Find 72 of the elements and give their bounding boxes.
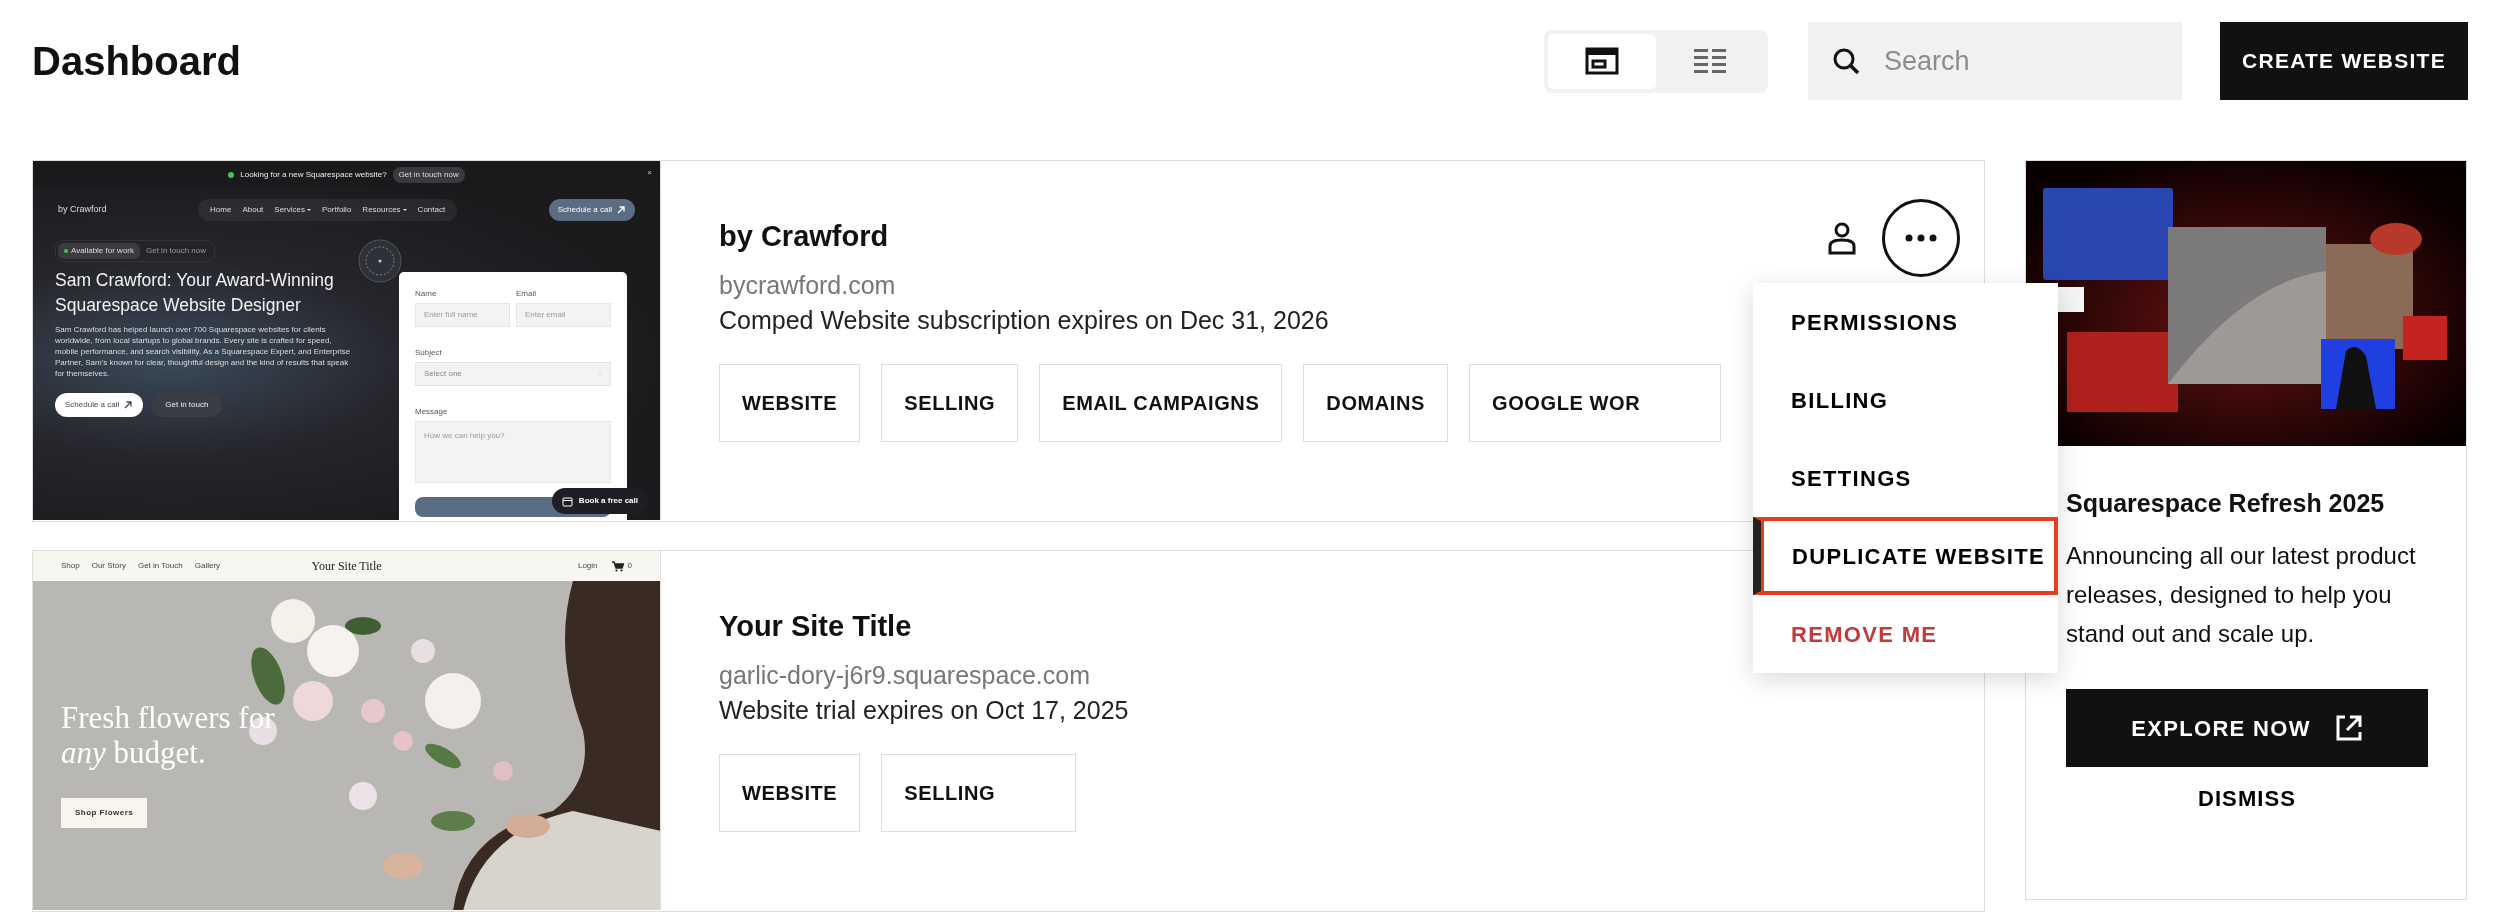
site-url[interactable]: garlic-dory-j6r9.squarespace.com [719,657,1129,693]
menu-item[interactable]: BILLING [1753,361,2058,439]
view-toggle[interactable] [1544,29,1768,93]
cart-count: 0 [627,560,632,572]
hero-heading: Fresh flowers for any budget. [61,701,276,771]
site-section-button[interactable]: WEBSITE [719,363,861,442]
subscription-text: Website trial expires on Oct 17, 2025 [719,694,1129,726]
field-label: Message [415,406,449,418]
calendar-icon [561,495,573,507]
external-link-icon [2334,714,2363,742]
status-dot-icon [228,171,235,178]
nav-link[interactable]: Portfolio [322,204,352,216]
nav-link[interactable]: About [242,204,264,216]
touch-link[interactable]: Get in touch now [146,245,213,257]
circle-stamp-icon [358,239,402,283]
menu-item[interactable]: SETTINGS [1753,439,2058,517]
menu-item[interactable]: DUPLICATE WEBSITE [1753,517,2058,595]
site-section-button[interactable]: DOMAINS [1303,363,1448,442]
close-button[interactable]: × [647,167,652,179]
cart-icon[interactable] [611,560,624,572]
nav-link[interactable]: Gallery [194,560,221,572]
site-section-button[interactable]: SELLING [881,363,1019,442]
menu-item[interactable]: REMOVE ME [1753,595,2058,673]
hero-paragraph: Sam Crawford has helped launch over 700 Squarespace websites for clients worldwide, from local startups to global brands. Every site is crafted for speed, mobile performance, and search visibility. As a Squarespace Expert, and Enterprise Partner, Sam's known for clear, thoughtful design and the kind of results that speak for themselves. [55,324,352,379]
shop-flowers-button[interactable]: Shop Flowers [61,798,148,828]
create-website-button[interactable]: CREATE WEBSITE [2220,22,2468,100]
select-field[interactable]: Select one [415,362,611,386]
nav-link[interactable]: Get in Touch [137,560,183,572]
subscription-text: Comped Website subscription expires on Dec 31, 2026 [719,304,1330,336]
get-in-touch-button[interactable]: Get in touch [151,393,223,417]
person-icon[interactable] [1828,221,1856,255]
nav-link[interactable]: Resources [362,204,407,216]
search-field[interactable]: Search [1808,22,2182,100]
site-section-button[interactable]: EMAIL CAMPAIGNS [1039,363,1283,442]
field-label: Name [415,288,438,300]
site-url[interactable]: bycrawford.com [719,267,1722,303]
nav-link[interactable]: Home [210,204,232,216]
list-icon [1693,47,1727,75]
menu-item[interactable]: PERMISSIONS [1753,283,2058,361]
get-in-touch-button[interactable]: Get in touch now [392,166,465,183]
site-title[interactable]: by Crawford [719,219,1722,254]
nav-link[interactable]: Contact [417,204,446,216]
search-icon [1832,47,1860,75]
explore-now-button[interactable]: EXPLORE NOW [2066,689,2428,767]
site-section-button[interactable]: WEBSITE [719,753,861,832]
page-title: Dashboard [32,38,241,85]
login-link[interactable]: Login [577,560,598,572]
field-label: Email [516,288,537,300]
site-title[interactable]: Your Site Title [719,609,1129,644]
site-title[interactable]: Your Site Title [311,559,382,573]
dismiss-button[interactable]: DISMISS [2191,781,2303,816]
nav-link[interactable]: Shop [61,560,80,572]
status-dot-icon [64,249,68,253]
arrow-icon [123,400,134,410]
nav-link[interactable]: Services [274,204,311,216]
book-call-button[interactable]: Book a free call [551,488,648,514]
announcement-text: Looking for a new Squarespace website? [240,168,387,181]
ellipsis-icon [1905,234,1937,242]
availability-label: Available for work [58,243,140,259]
promo-text: Announcing all our latest product releases, designed to help you stand out and scale up. [2066,541,2417,649]
arrow-icon [616,205,626,215]
hero-heading: Sam Crawford: Your Award-Winning Squarespace Website Designer [55,269,335,317]
schedule-call-button[interactable]: Schedule a call [548,199,635,221]
nav-link[interactable]: Our Story [91,560,126,572]
site-section-button[interactable]: SELLING [881,753,1077,832]
field-label: Subject [415,347,443,359]
site-logo[interactable]: by Crawford [58,203,107,217]
schedule-call-button[interactable]: Schedule a call [55,393,144,417]
layout-icon [1585,47,1619,75]
card-view-button[interactable] [1548,33,1656,89]
site-section-button[interactable]: GOOGLE WOR [1469,363,1722,442]
promo-title: Squarespace Refresh 2025 [2066,488,2386,518]
